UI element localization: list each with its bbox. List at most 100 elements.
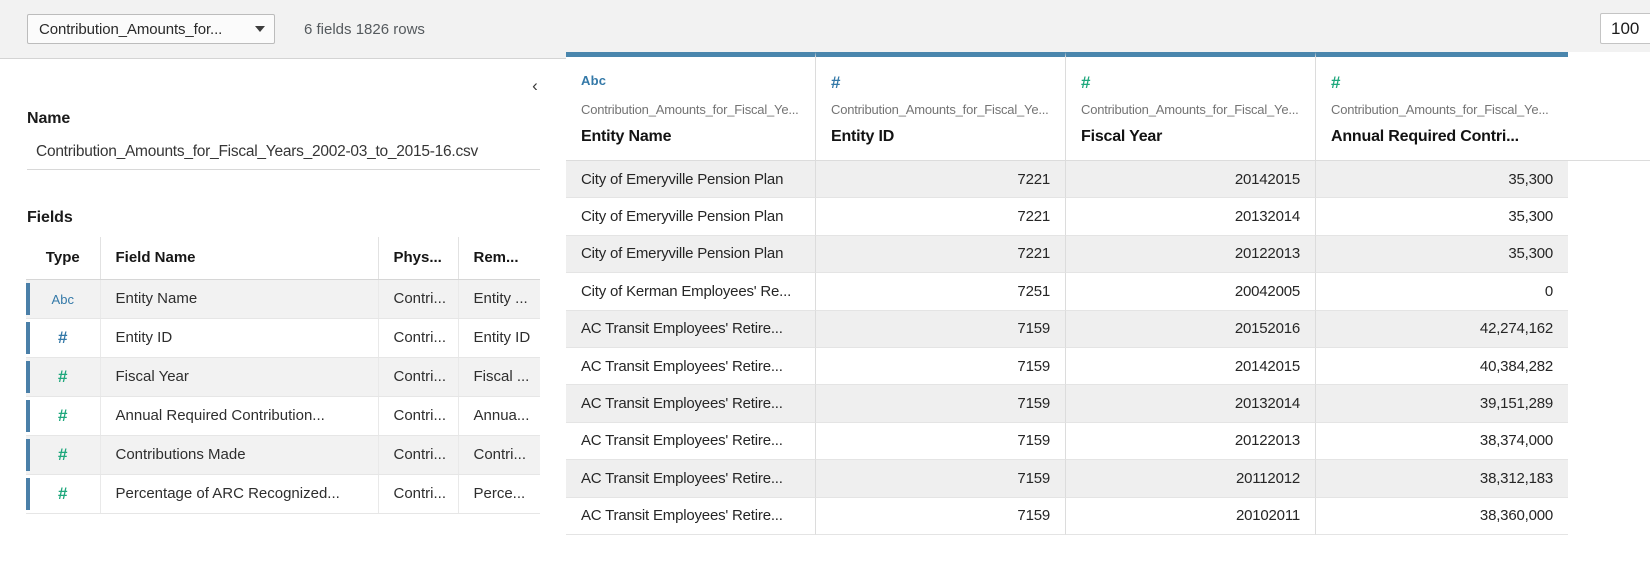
field-type-icon[interactable]: #	[26, 435, 101, 475]
data-grid-cell[interactable]: 40,384,282	[1316, 347, 1568, 386]
text-type-icon: Abc	[51, 291, 74, 307]
field-name-cell[interactable]: Annual Required Contribution...	[100, 396, 379, 436]
data-grid-cell[interactable]: 20132014	[1066, 385, 1316, 423]
data-grid-cell[interactable]: 38,312,183	[1316, 460, 1568, 498]
remote-field-cell[interactable]: Entity ID	[458, 318, 540, 358]
datasource-dropdown[interactable]: Contribution_Amounts_for...	[27, 14, 275, 44]
data-grid-row[interactable]: AC Transit Employees' Retire... 7159 20132…	[566, 385, 1650, 423]
fields-table-row[interactable]: Abc Entity Name Contri... Entity ...	[26, 279, 540, 319]
data-grid-cell[interactable]: AC Transit Employees' Retire...	[566, 497, 816, 535]
field-type-icon[interactable]: #	[26, 318, 101, 358]
data-grid-cell[interactable]: 35,300	[1316, 198, 1568, 236]
data-grid-cell[interactable]: City of Emeryville Pension Plan	[566, 235, 816, 274]
column-title: Entity Name	[581, 128, 672, 145]
data-grid-row[interactable]: City of Emeryville Pension Plan 7221 20132…	[566, 198, 1650, 236]
chevron-left-icon[interactable]: ‹	[524, 74, 546, 96]
data-grid-column-header[interactable]: # Contribution_Amounts_for_Fiscal_Ye... En…	[816, 52, 1066, 160]
fields-col-physical[interactable]: Phys...	[378, 237, 459, 280]
data-grid-cell[interactable]: 20112012	[1066, 460, 1316, 498]
physical-table-cell[interactable]: Contri...	[378, 279, 459, 319]
data-grid-cell[interactable]: AC Transit Employees' Retire...	[566, 385, 816, 423]
data-grid-row[interactable]: AC Transit Employees' Retire... 7159 20152…	[566, 310, 1650, 348]
data-grid-row[interactable]: City of Emeryville Pension Plan 7221 20142…	[566, 161, 1650, 199]
fields-col-remote[interactable]: Rem...	[458, 237, 540, 280]
data-grid-cell[interactable]: AC Transit Employees' Retire...	[566, 310, 816, 348]
data-grid-cell[interactable]: AC Transit Employees' Retire...	[566, 347, 816, 386]
data-grid-cell[interactable]: 7159	[816, 460, 1066, 498]
physical-table-cell[interactable]: Contri...	[378, 435, 459, 475]
field-type-icon[interactable]: #	[26, 474, 101, 514]
data-grid-cell[interactable]: City of Emeryville Pension Plan	[566, 198, 816, 236]
data-grid-column-header[interactable]: # Contribution_Amounts_for_Fiscal_Ye... Fi…	[1066, 52, 1316, 160]
field-type-icon[interactable]: #	[26, 396, 101, 436]
data-grid-cell[interactable]: 7159	[816, 422, 1066, 461]
data-grid-row[interactable]: AC Transit Employees' Retire... 7159 20112…	[566, 460, 1650, 498]
remote-field-cell[interactable]: Perce...	[458, 474, 540, 514]
data-grid-cell[interactable]: 7221	[816, 161, 1066, 199]
field-name-cell[interactable]: Percentage of ARC Recognized...	[100, 474, 379, 514]
data-grid-cell[interactable]: 38,360,000	[1316, 497, 1568, 535]
fields-table-row[interactable]: # Annual Required Contribution... Contri..…	[26, 396, 540, 436]
number-type-icon: #	[58, 483, 68, 503]
data-grid-cell[interactable]: City of Emeryville Pension Plan	[566, 161, 816, 199]
physical-table-cell[interactable]: Contri...	[378, 318, 459, 358]
data-grid-cell[interactable]: 7221	[816, 235, 1066, 274]
number-type-icon: #	[58, 444, 68, 464]
data-grid-row[interactable]: City of Kerman Employees' Re... 7251 20042…	[566, 273, 1650, 311]
name-divider	[27, 169, 540, 170]
data-grid-cell[interactable]: 20142015	[1066, 161, 1316, 199]
data-grid-cell[interactable]: 35,300	[1316, 235, 1568, 274]
remote-field-cell[interactable]: Contri...	[458, 435, 540, 475]
data-grid-cell[interactable]: 0	[1316, 273, 1568, 311]
physical-table-cell[interactable]: Contri...	[378, 357, 459, 397]
data-grid-cell[interactable]: City of Kerman Employees' Re...	[566, 273, 816, 311]
data-grid-cell[interactable]: AC Transit Employees' Retire...	[566, 460, 816, 498]
remote-field-cell[interactable]: Entity ...	[458, 279, 540, 319]
data-grid-cell[interactable]: 20142015	[1066, 347, 1316, 386]
data-grid[interactable]: Abc Contribution_Amounts_for_Fiscal_Ye...…	[566, 52, 1650, 563]
fields-table-row[interactable]: # Entity ID Contri... Entity ID	[26, 318, 540, 358]
data-grid-cell[interactable]: 7159	[816, 385, 1066, 423]
physical-table-cell[interactable]: Contri...	[378, 474, 459, 514]
data-grid-cell[interactable]: 20152016	[1066, 310, 1316, 348]
data-grid-row[interactable]: AC Transit Employees' Retire... 7159 20102…	[566, 497, 1650, 535]
fields-table-row[interactable]: # Fiscal Year Contri... Fiscal ...	[26, 357, 540, 397]
fields-col-type[interactable]: Type	[26, 237, 101, 280]
field-type-icon[interactable]: Abc	[26, 279, 101, 319]
datasource-dropdown-label: Contribution_Amounts_for...	[39, 20, 223, 38]
row-limit-input[interactable]: 100	[1600, 13, 1650, 44]
data-grid-cell[interactable]: 7159	[816, 347, 1066, 386]
fields-table-row[interactable]: # Contributions Made Contri... Contri...	[26, 435, 540, 475]
data-grid-cell[interactable]: 35,300	[1316, 161, 1568, 199]
data-grid-cell[interactable]: 42,274,162	[1316, 310, 1568, 348]
data-grid-cell[interactable]: 7251	[816, 273, 1066, 311]
data-grid-cell[interactable]: 7159	[816, 310, 1066, 348]
data-grid-row[interactable]: AC Transit Employees' Retire... 7159 20122…	[566, 422, 1650, 461]
data-grid-row[interactable]: City of Emeryville Pension Plan 7221 20122…	[566, 235, 1650, 274]
field-name-cell[interactable]: Fiscal Year	[100, 357, 379, 397]
field-name-cell[interactable]: Entity Name	[100, 279, 379, 319]
field-name-cell[interactable]: Entity ID	[100, 318, 379, 358]
physical-table-cell[interactable]: Contri...	[378, 396, 459, 436]
data-grid-cell[interactable]: AC Transit Employees' Retire...	[566, 422, 816, 461]
data-grid-column-header[interactable]: # Contribution_Amounts_for_Fiscal_Ye... An…	[1316, 52, 1568, 160]
data-grid-column-header[interactable]: Abc Contribution_Amounts_for_Fiscal_Ye...…	[566, 52, 816, 160]
data-grid-cell[interactable]: 20042005	[1066, 273, 1316, 311]
data-grid-cell[interactable]: 20122013	[1066, 422, 1316, 461]
remote-field-cell[interactable]: Annua...	[458, 396, 540, 436]
data-grid-cell[interactable]: 7221	[816, 198, 1066, 236]
field-type-icon[interactable]: #	[26, 357, 101, 397]
data-grid-cell[interactable]: 7159	[816, 497, 1066, 535]
remote-field-cell[interactable]: Fiscal ...	[458, 357, 540, 397]
fields-col-field-name[interactable]: Field Name	[100, 237, 379, 280]
data-grid-cell[interactable]: 20132014	[1066, 198, 1316, 236]
data-grid-cell[interactable]: 20102011	[1066, 497, 1316, 535]
field-name-cell[interactable]: Contributions Made	[100, 435, 379, 475]
fields-table-row[interactable]: # Percentage of ARC Recognized... Contri..…	[26, 474, 540, 514]
data-grid-cell[interactable]: 38,374,000	[1316, 422, 1568, 461]
data-grid-row[interactable]: AC Transit Employees' Retire... 7159 20142…	[566, 347, 1650, 386]
data-grid-cell[interactable]: 20122013	[1066, 235, 1316, 274]
data-grid-cell[interactable]: 39,151,289	[1316, 385, 1568, 423]
datasource-name-value[interactable]: Contribution_Amounts_for_Fiscal_Years_20…	[36, 143, 536, 161]
column-title: Fiscal Year	[1081, 128, 1163, 145]
